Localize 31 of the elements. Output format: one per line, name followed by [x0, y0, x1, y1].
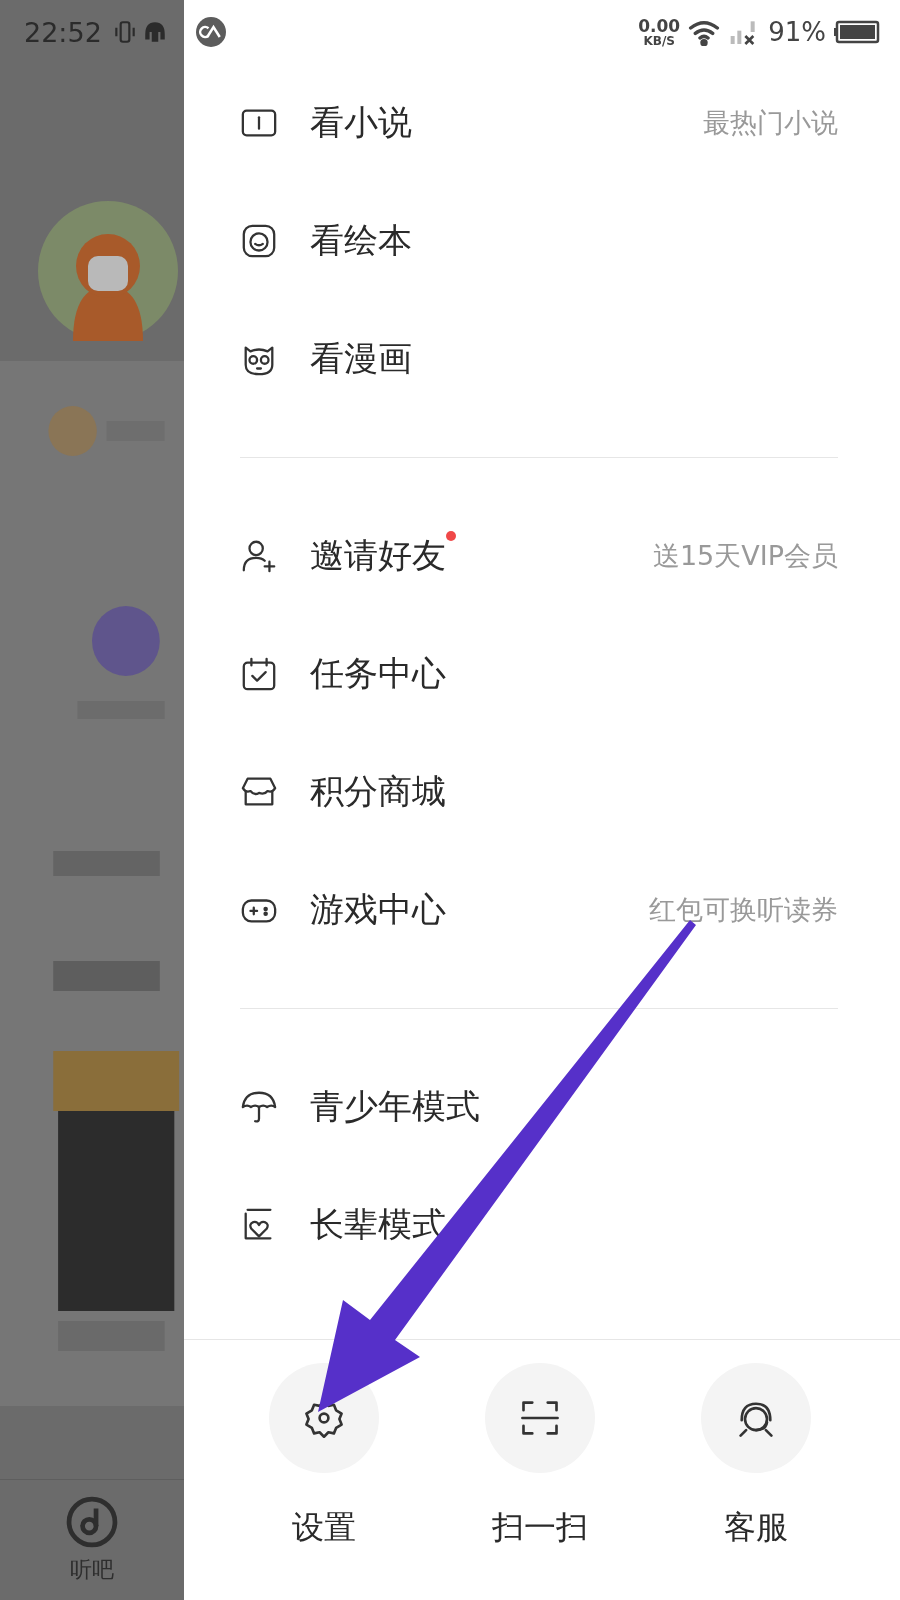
wifi-icon — [688, 18, 721, 46]
calendar-icon — [240, 655, 278, 693]
menu-item[interactable]: 邀请好友 送15天VIP会员 — [184, 497, 900, 615]
action-label[interactable]: 扫一扫 — [492, 1506, 588, 1550]
menu-hint: 最热门小说 — [703, 106, 838, 140]
battery-percent: 91% — [768, 17, 826, 47]
menu-label: 游戏中心 — [310, 888, 446, 931]
menu-item[interactable]: 青少年模式 — [184, 1048, 900, 1166]
menu-hint: 红包可换听读券 — [649, 893, 838, 927]
menu-label: 看小说 — [310, 101, 412, 144]
app-notification-icon — [196, 17, 226, 47]
menu-item[interactable]: 看小说 最热门小说 — [184, 64, 900, 182]
menu-label: 积分商城 — [310, 770, 446, 813]
menu-label: 看漫画 — [310, 337, 412, 380]
network-speed: 0.00 KB/S — [638, 17, 681, 47]
battery-icon — [834, 20, 880, 44]
menu-label: 任务中心 — [310, 652, 446, 695]
menu-item[interactable]: 积分商城 — [184, 733, 900, 851]
disc-icon[interactable] — [65, 1495, 119, 1549]
menu-label: 邀请好友 — [310, 533, 446, 579]
action-label[interactable]: 设置 — [292, 1506, 356, 1550]
menu-item[interactable]: 任务中心 — [184, 615, 900, 733]
menu-label: 青少年模式 — [310, 1085, 480, 1128]
menu-item[interactable]: 看漫画 — [184, 300, 900, 418]
menu-item[interactable]: 看绘本 — [184, 182, 900, 300]
status-time: 22:52 — [24, 16, 102, 48]
face-icon — [240, 222, 278, 260]
menu-label: 看绘本 — [310, 219, 412, 262]
menu-hint: 送15天VIP会员 — [652, 539, 838, 573]
action-label[interactable]: 客服 — [724, 1506, 788, 1550]
menu-item[interactable]: 游戏中心 红包可换听读券 — [184, 851, 900, 969]
